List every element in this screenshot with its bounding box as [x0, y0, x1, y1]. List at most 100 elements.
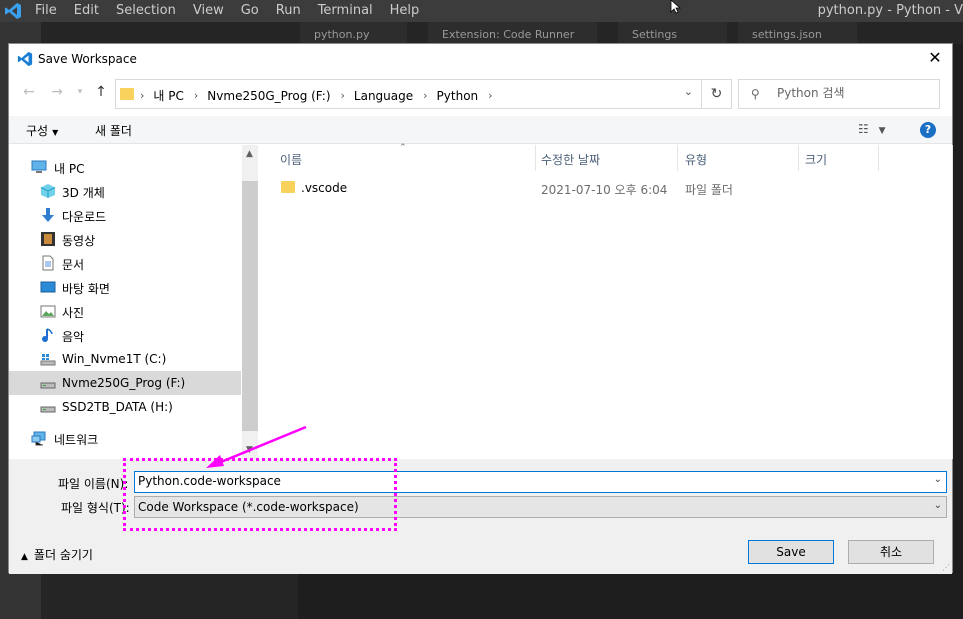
new-folder-button[interactable]: 새 폴더	[95, 122, 132, 139]
chevron-up-icon: ▲	[21, 552, 28, 562]
menu-edit[interactable]: Edit	[74, 3, 99, 18]
column-divider[interactable]	[798, 145, 799, 171]
annotation-arrow-icon	[206, 425, 307, 468]
chevron-right-icon: ›	[193, 89, 199, 102]
organize-button[interactable]: 구성 ▼	[26, 122, 58, 139]
search-input[interactable]	[777, 86, 932, 100]
chevron-down-icon[interactable]: ⌄	[934, 500, 942, 511]
vscode-window-title: python.py - Python - V	[817, 3, 963, 18]
up-arrow-icon[interactable]: ↑	[93, 84, 109, 100]
scroll-up-icon[interactable]: ▲	[246, 149, 253, 159]
column-header-name[interactable]: 이름	[280, 151, 302, 168]
refresh-icon[interactable]: ↻	[701, 80, 731, 108]
chevron-right-icon: ›	[423, 89, 428, 102]
sort-ascending-icon: ⌃	[399, 143, 407, 153]
tab-python[interactable]: python.py	[300, 22, 408, 44]
search-box[interactable]: ⚲	[738, 79, 940, 109]
tab-settings[interactable]: Settings	[618, 22, 728, 44]
chevron-right-icon: ›	[488, 89, 493, 102]
nav-item-label: 음악	[62, 330, 85, 344]
scrollbar-thumb[interactable]	[242, 181, 258, 431]
breadcrumb-mypc[interactable]: 내 PC	[153, 87, 183, 104]
menu-view[interactable]: View	[193, 3, 224, 18]
folder-icon	[281, 181, 295, 193]
menu-go[interactable]: Go	[241, 3, 259, 18]
address-bar[interactable]: › 내 PC › Nvme250G_Prog (F:) › Language ›…	[115, 79, 732, 109]
column-divider[interactable]	[677, 145, 678, 171]
help-icon[interactable]: ?	[920, 122, 936, 138]
back-arrow-icon[interactable]: ←	[21, 84, 37, 100]
nav-item-desktop[interactable]: 바탕 화면	[9, 275, 241, 299]
menu-terminal[interactable]: Terminal	[318, 3, 373, 18]
nav-item-f-drive[interactable]: Nvme250G_Prog (F:)	[9, 371, 241, 395]
breadcrumb: › 내 PC › Nvme250G_Prog (F:) › Language ›…	[140, 87, 502, 104]
forward-arrow-icon[interactable]: →	[49, 84, 65, 100]
drive-icon	[40, 406, 56, 413]
hide-folders-label: 폴더 숨기기	[33, 548, 93, 562]
document-icon	[42, 255, 54, 271]
nav-item-3d-objects[interactable]: 3D 개체	[9, 179, 241, 203]
dialog-title: Save Workspace	[38, 52, 137, 66]
nav-item-label: 네트워크	[54, 433, 99, 447]
hide-folders-toggle[interactable]: ▲ 폴더 숨기기	[21, 546, 93, 563]
nav-item-label: 내 PC	[54, 162, 85, 176]
vscode-menubar: File Edit Selection View Go Run Terminal…	[35, 3, 436, 18]
chevron-down-icon[interactable]: ⌄	[684, 85, 693, 98]
nav-item-c-drive[interactable]: Win_Nvme1T (C:)	[9, 347, 241, 371]
file-name: .vscode	[301, 181, 348, 195]
list-item[interactable]: .vscode 2021-07-10 오후 6:04 파일 폴더	[281, 179, 951, 197]
column-header-size[interactable]: 크기	[805, 151, 827, 168]
network-icon	[31, 431, 46, 446]
command-toolbar: 구성 ▼ 새 폴더 ☷ ▼ ?	[9, 116, 952, 144]
vscode-logo-icon	[17, 51, 33, 67]
file-list-border	[952, 145, 953, 459]
tab-code-runner[interactable]: Extension: Code Runner	[428, 22, 598, 44]
drive-icon	[40, 382, 56, 389]
recent-locations-chevron-icon[interactable]: ▾	[72, 87, 88, 97]
breadcrumb-python[interactable]: Python	[437, 89, 479, 103]
download-icon	[42, 208, 54, 222]
navigation-scrollbar[interactable]: ▲ ▼	[242, 145, 258, 459]
cube-icon	[40, 184, 56, 198]
file-date: 2021-07-10 오후 6:04	[541, 183, 668, 197]
nav-item-music[interactable]: 음악	[9, 323, 241, 347]
column-header-date[interactable]: 수정한 날짜	[541, 151, 600, 168]
resize-grip-icon[interactable]: ⋰	[942, 563, 950, 572]
vscode-logo-icon	[5, 3, 21, 19]
nav-item-documents[interactable]: 문서	[9, 251, 241, 275]
breadcrumb-drive[interactable]: Nvme250G_Prog (F:)	[207, 89, 330, 103]
close-icon[interactable]: ✕	[926, 49, 944, 67]
nav-item-h-drive[interactable]: SSD2TB_DATA (H:)	[9, 395, 241, 419]
nav-item-label: 다운로드	[62, 210, 107, 224]
tab-settings-json[interactable]: settings.json	[738, 22, 858, 44]
nav-item-label: 동영상	[62, 234, 96, 248]
caret-down-icon: ▼	[878, 126, 886, 136]
chevron-down-icon[interactable]: ⌄	[934, 474, 942, 485]
nav-item-downloads[interactable]: 다운로드	[9, 203, 241, 227]
nav-item-pictures[interactable]: 사진	[9, 299, 241, 323]
caret-down-icon: ▼	[52, 128, 59, 137]
column-divider[interactable]	[878, 145, 879, 171]
folder-icon	[120, 88, 134, 100]
video-icon	[41, 232, 55, 246]
nav-item-mypc[interactable]: 내 PC	[9, 155, 241, 179]
menu-file[interactable]: File	[35, 3, 57, 18]
filename-label: 파일 이름(N):	[58, 477, 129, 491]
menu-selection[interactable]: Selection	[116, 3, 176, 18]
navigation-pane: 내 PC 3D 개체 다운로드 동영상 문서 바탕 화면 사진 음악 Win_N…	[9, 145, 258, 459]
save-button[interactable]: Save	[748, 540, 834, 564]
music-icon	[42, 328, 53, 342]
nav-item-label: 3D 개체	[62, 186, 105, 200]
file-list: ⌃ 이름 수정한 날짜 유형 크기 .vscode 2021-07-10 오후 …	[259, 143, 952, 459]
menu-help[interactable]: Help	[390, 3, 420, 18]
column-header-type[interactable]: 유형	[685, 151, 707, 168]
nav-item-videos[interactable]: 동영상	[9, 227, 241, 251]
nav-item-label: 바탕 화면	[62, 282, 110, 296]
chevron-right-icon: ›	[340, 89, 345, 102]
menu-run[interactable]: Run	[276, 3, 301, 18]
breadcrumb-language[interactable]: Language	[354, 89, 413, 103]
pc-icon	[31, 160, 47, 173]
column-divider[interactable]	[535, 145, 536, 171]
view-options-button[interactable]: ☷ ▼	[858, 122, 886, 136]
cancel-button[interactable]: 취소	[848, 540, 934, 564]
